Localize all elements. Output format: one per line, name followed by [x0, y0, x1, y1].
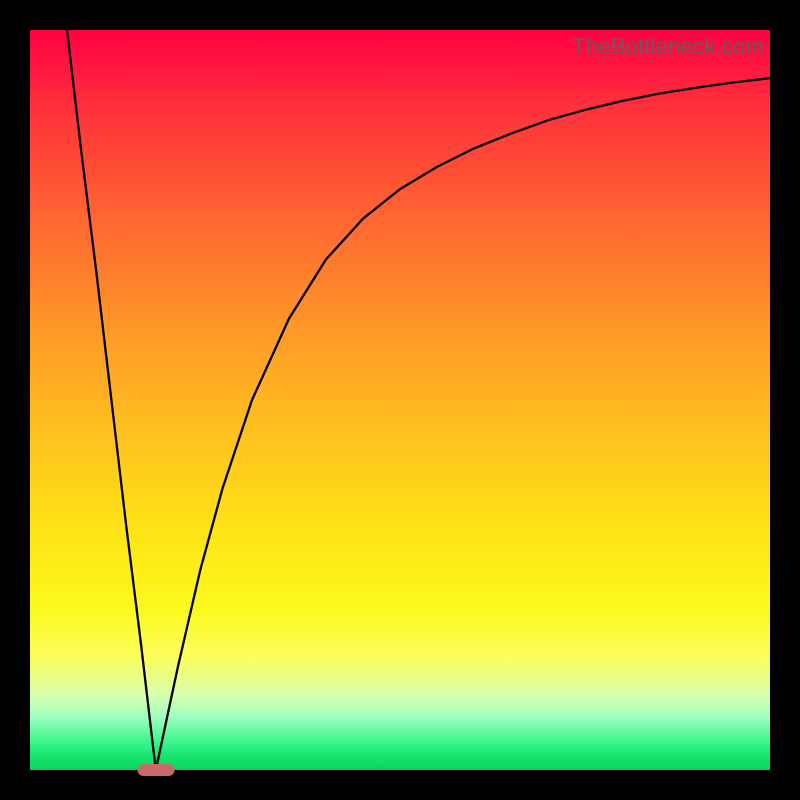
chart-frame: TheBottleneck.com	[0, 0, 800, 800]
curve-layer	[30, 30, 770, 770]
curve-right-branch	[156, 78, 770, 770]
plot-area: TheBottleneck.com	[30, 30, 770, 770]
selection-marker	[137, 764, 174, 776]
curve-left-branch	[67, 30, 156, 770]
